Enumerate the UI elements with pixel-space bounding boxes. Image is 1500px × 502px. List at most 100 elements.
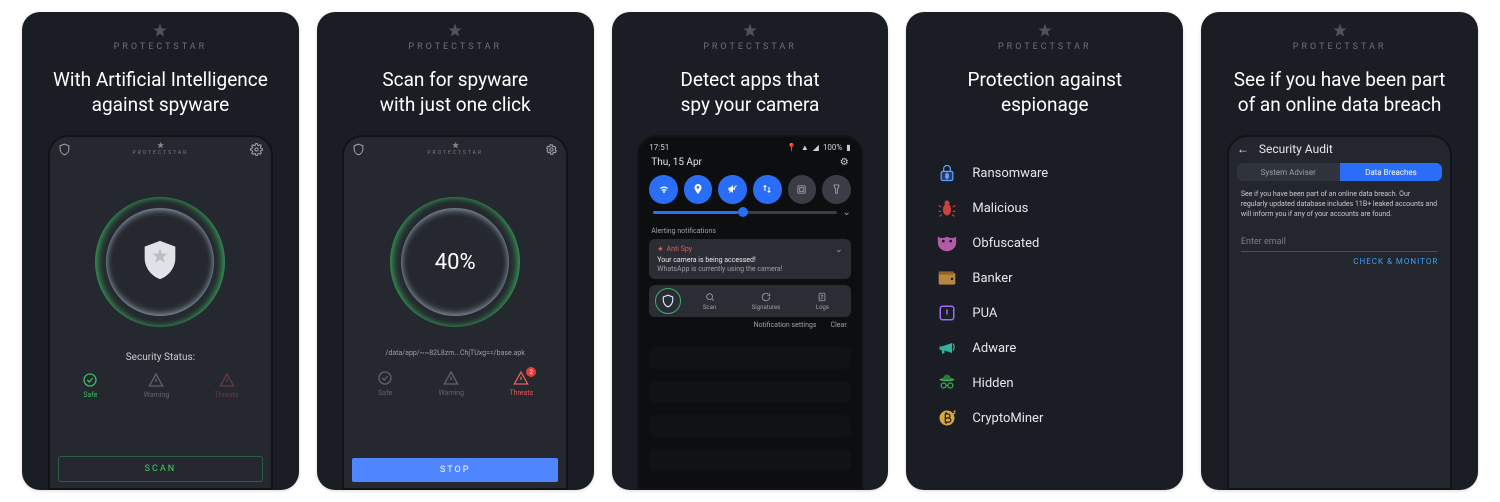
battery-percent: 100% (823, 143, 842, 152)
qs-tiles (649, 175, 850, 204)
brand-logo: PROTECTSTAR (1293, 22, 1387, 52)
svg-text:$: $ (946, 173, 949, 180)
tab-system-adviser[interactable]: System Adviser (1237, 163, 1340, 181)
chip-warning: Warning (438, 370, 464, 397)
threat-badge: 2 (526, 367, 536, 377)
headline: Detect apps that spy your camera (660, 67, 839, 117)
star-icon (1331, 22, 1349, 40)
stop-button[interactable]: STOP (352, 458, 557, 482)
star-icon (741, 22, 759, 40)
threat-item-pua: PUA (936, 302, 1171, 324)
gear-icon[interactable] (250, 143, 263, 156)
headline: Scan for spyware with just one click (360, 67, 551, 117)
status-chips: Safe Warning Threats (50, 372, 271, 399)
status-chips: Safe Warning Threats2 (344, 370, 565, 397)
threat-item-malicious: Malicious (936, 197, 1171, 219)
shield-icon[interactable] (352, 143, 365, 156)
brand-logo: PROTECTSTAR (408, 22, 502, 52)
coin-icon (936, 407, 958, 429)
threat-list: $Ransomware Malicious Obfuscated Banker … (936, 162, 1171, 429)
signal-indicator-icon: ◢ (813, 143, 819, 152)
chip-warning: Warning (144, 372, 170, 399)
gear-icon[interactable] (545, 143, 558, 156)
location-indicator-icon: 📍 (787, 143, 797, 152)
chip-threats: Threats2 (509, 370, 533, 397)
wifi-tile[interactable] (649, 175, 678, 204)
shield-icon[interactable] (58, 143, 71, 156)
headline: Protection against espionage (947, 67, 1142, 117)
phone-mock: 17:51 📍 ▲ ◢ 100% ▮ Thu, 15 Apr ⚙ ⌄ Alerting … (637, 135, 862, 490)
location-tile[interactable] (684, 175, 713, 204)
action-logs[interactable]: Logs (794, 292, 850, 311)
hidden-rows (649, 347, 850, 471)
brightness-slider[interactable] (653, 211, 836, 214)
action-signatures[interactable]: Signatures (738, 292, 794, 311)
star-icon: ★ (657, 245, 663, 253)
promo-card-4: PROTECTSTAR Protection against espionage… (906, 12, 1183, 490)
data-tile[interactable] (753, 175, 782, 204)
spy-icon (936, 372, 958, 394)
wallet-icon (936, 267, 958, 289)
mini-brand: PROTECTSTAR (427, 141, 483, 156)
status-ring (95, 197, 225, 327)
screenshot-row: PROTECTSTAR With Artificial Intelligence… (0, 0, 1500, 502)
brand-logo: PROTECTSTAR (114, 22, 208, 52)
flashlight-tile[interactable] (822, 175, 851, 204)
notif-actions: Scan Signatures Logs (649, 285, 850, 317)
chevron-down-icon[interactable]: ⌄ (842, 207, 850, 218)
sound-tile[interactable] (718, 175, 747, 204)
star-icon (446, 22, 464, 40)
app-icon[interactable] (655, 288, 681, 314)
brand-logo: PROTECTSTAR (998, 22, 1092, 52)
audit-tabs: System Adviser Data Breaches (1237, 163, 1442, 181)
back-arrow-icon[interactable]: ← (1237, 142, 1249, 156)
promo-card-5: PROTECTSTAR See if you have been part of… (1201, 12, 1478, 490)
audit-description: See if you have been part of an online d… (1241, 189, 1438, 219)
action-scan[interactable]: Scan (681, 292, 737, 311)
mask-icon (936, 232, 958, 254)
email-field[interactable]: Enter email (1241, 237, 1438, 252)
scan-path: /data/app/~~82L8zm...ChjTUxg==/base.apk (344, 349, 565, 357)
threat-item-obfuscated: Obfuscated (936, 232, 1171, 254)
threat-item-ransomware: $Ransomware (936, 162, 1171, 184)
status-label: Security Status: (50, 352, 271, 363)
chip-safe: Safe (82, 372, 98, 399)
screenshot-tile[interactable] (788, 175, 817, 204)
wifi-indicator-icon: ▲ (801, 143, 809, 152)
megaphone-icon (936, 337, 958, 359)
chip-safe: Safe (377, 370, 393, 397)
gear-icon[interactable]: ⚙ (840, 157, 849, 168)
tab-data-breaches[interactable]: Data Breaches (1340, 163, 1443, 181)
threat-item-adware: Adware (936, 337, 1171, 359)
promo-card-3: PROTECTSTAR Detect apps that spy your ca… (612, 12, 889, 490)
headline: See if you have been part of an online d… (1214, 67, 1466, 117)
phone-mock: PROTECTSTAR Security Status: Safe Warnin… (48, 135, 273, 490)
notification-card[interactable]: ★Anti Spy Your camera is being accessed!… (649, 239, 850, 279)
star-icon (1036, 22, 1054, 40)
brand-logo: PROTECTSTAR (703, 22, 797, 52)
notif-app: ★Anti Spy (657, 245, 842, 253)
threat-item-cryptominer: CryptoMiner (936, 407, 1171, 429)
scan-button[interactable]: SCAN (58, 456, 263, 482)
battery-icon: ▮ (846, 143, 850, 152)
brand-name: PROTECTSTAR (114, 42, 208, 52)
screen-title: Security Audit (1259, 142, 1333, 156)
mini-brand: PROTECTSTAR (133, 141, 189, 156)
check-monitor-button[interactable]: CHECK & MONITOR (1353, 257, 1438, 266)
phone-mock: ← Security Audit System Adviser Data Bre… (1227, 135, 1452, 490)
notif-title: Your camera is being accessed! (657, 256, 842, 264)
promo-card-2: PROTECTSTAR Scan for spyware with just o… (317, 12, 594, 490)
notif-clear-link[interactable]: Clear (831, 321, 847, 329)
chevron-down-icon[interactable]: ⌄ (835, 245, 843, 255)
notif-settings-link[interactable]: Notification settings (754, 321, 817, 329)
status-time: 17:51 (649, 143, 669, 152)
lock-icon: $ (936, 162, 958, 184)
bug-icon (936, 197, 958, 219)
threat-item-banker: Banker (936, 267, 1171, 289)
app-warning-icon (936, 302, 958, 324)
headline: With Artificial Intelligence against spy… (33, 67, 288, 117)
alert-header: Alerting notifications (651, 227, 716, 235)
phone-mock: PROTECTSTAR 40% /data/app/~~82L8zm...Chj… (342, 135, 567, 490)
threat-item-hidden: Hidden (936, 372, 1171, 394)
qs-date: Thu, 15 Apr (651, 157, 702, 168)
